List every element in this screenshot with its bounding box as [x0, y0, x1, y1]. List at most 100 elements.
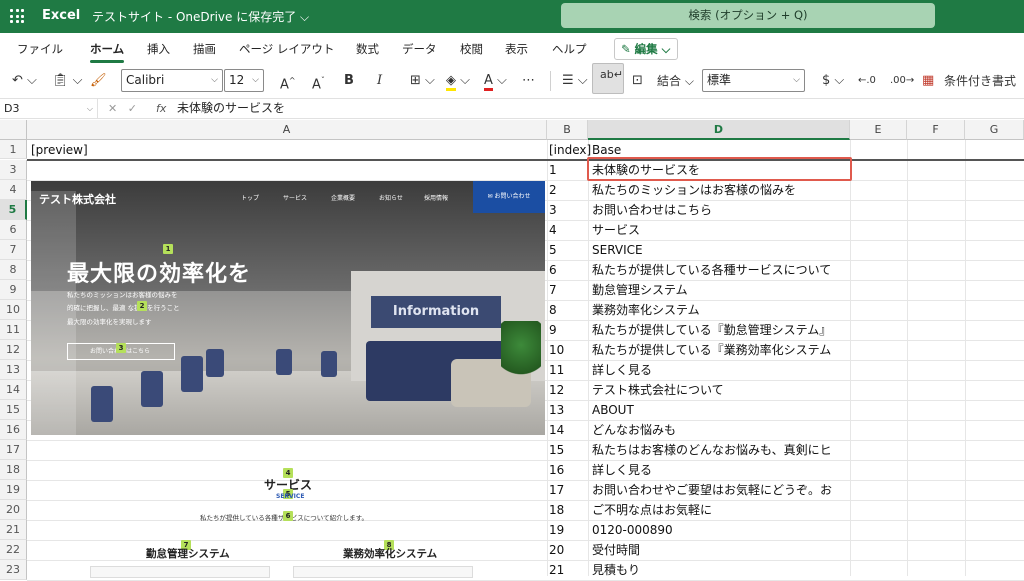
index-cell[interactable]: 16 [549, 460, 587, 480]
base-text-cell[interactable]: 見積もり [592, 560, 848, 580]
base-text-cell[interactable]: お問い合わせはこちら [592, 200, 848, 220]
row-header-17[interactable]: 17 [0, 440, 27, 460]
italic-icon[interactable]: I [377, 70, 382, 92]
row-header-14[interactable]: 14 [0, 380, 27, 400]
search-box[interactable]: 検索 (オプション + Q) [561, 3, 935, 28]
index-cell[interactable]: 21 [549, 560, 587, 580]
row-header-7[interactable]: 7 [0, 240, 27, 260]
base-text-cell[interactable]: 詳しく見る [592, 360, 848, 380]
column-header-b[interactable]: B [547, 120, 588, 140]
bold-icon[interactable]: B [344, 70, 354, 92]
index-cell[interactable]: 19 [549, 520, 587, 540]
row-header-16[interactable]: 16 [0, 420, 27, 440]
currency-button[interactable]: $ ⌵ [822, 70, 844, 92]
align-icon[interactable]: ☰ ⌵ [562, 70, 588, 92]
index-cell[interactable]: 3 [549, 200, 587, 220]
decrease-font-icon[interactable]: Aˇ [312, 70, 325, 92]
row-header-13[interactable]: 13 [0, 360, 27, 380]
base-text-cell[interactable]: 私たちのミッションはお客様の悩みを [592, 180, 848, 200]
index-cell[interactable]: 14 [549, 420, 587, 440]
row-header-19[interactable]: 19 [0, 480, 27, 500]
row-header-5[interactable]: 5 [0, 200, 27, 220]
row-header-15[interactable]: 15 [0, 400, 27, 420]
row-header-22[interactable]: 22 [0, 540, 27, 560]
cell-b1[interactable]: [index] [549, 140, 591, 160]
app-launcher-icon[interactable] [10, 9, 24, 23]
row-header-20[interactable]: 20 [0, 500, 27, 520]
row-header-1[interactable]: 1 [0, 140, 27, 159]
row-header-11[interactable]: 11 [0, 320, 27, 340]
index-cell[interactable]: 2 [549, 180, 587, 200]
column-header-e[interactable]: E [850, 120, 907, 140]
base-text-cell[interactable]: 私たちが提供している『勤怠管理システム』 [592, 320, 848, 340]
edit-mode-button[interactable]: ✎ 編集 ⌵ [614, 38, 678, 60]
base-text-cell[interactable]: サービス [592, 220, 848, 240]
index-cell[interactable]: 1 [549, 160, 587, 180]
index-cell[interactable]: 20 [549, 540, 587, 560]
increase-font-icon[interactable]: A^ [280, 70, 296, 92]
tab-view[interactable]: 表示 [505, 41, 528, 57]
base-text-cell[interactable]: SERVICE [592, 240, 848, 260]
conditional-format-icon[interactable]: ▦ [922, 70, 934, 92]
row-header-6[interactable]: 6 [0, 220, 27, 240]
increase-decimal-icon[interactable]: ←.0 [858, 70, 876, 92]
tab-page-layout[interactable]: ページ レイアウト [239, 41, 334, 57]
base-text-cell[interactable]: 私たちはお客様のどんなお悩みも、真剣にヒ [592, 440, 848, 460]
cell-a1[interactable]: [preview] [31, 140, 88, 160]
index-cell[interactable]: 15 [549, 440, 587, 460]
row-header-10[interactable]: 10 [0, 300, 27, 320]
column-header-a[interactable]: A [27, 120, 547, 140]
font-color-icon[interactable]: A ⌵ [484, 70, 507, 92]
insert-function-icon[interactable]: fx [156, 99, 166, 118]
tab-formulas[interactable]: 数式 [356, 41, 379, 57]
base-text-cell[interactable]: 私たちが提供している『業務効率化システム [592, 340, 848, 360]
index-cell[interactable]: 9 [549, 320, 587, 340]
index-cell[interactable]: 5 [549, 240, 587, 260]
base-text-cell[interactable]: お問い合わせやご要望はお気軽にどうぞ。お [592, 480, 848, 500]
tab-help[interactable]: ヘルプ [552, 41, 587, 57]
number-format-select[interactable]: 標準 ⌵ [702, 69, 805, 92]
row-header-23[interactable]: 23 [0, 560, 27, 580]
column-header-g[interactable]: G [965, 120, 1024, 140]
index-cell[interactable]: 18 [549, 500, 587, 520]
tab-file[interactable]: ファイル [17, 41, 63, 57]
paste-icon[interactable]: 📋︎ ⌵ [52, 70, 83, 92]
font-name-select[interactable]: Calibri ⌵ [121, 69, 223, 92]
row-header-3[interactable]: 3 [0, 160, 27, 180]
conditional-format-button[interactable]: 条件付き書式 [944, 70, 1016, 92]
tab-draw[interactable]: 描画 [193, 41, 216, 57]
selected-cell-d3[interactable] [587, 157, 852, 181]
cancel-confirm-icons[interactable]: ✕ ✓ [108, 99, 137, 118]
index-cell[interactable]: 7 [549, 280, 587, 300]
formula-input[interactable]: 未体験のサービスを [177, 99, 285, 118]
column-header-f[interactable]: F [907, 120, 965, 140]
row-header-9[interactable]: 9 [0, 280, 27, 300]
base-text-cell[interactable]: 受付時間 [592, 540, 848, 560]
base-text-cell[interactable]: 私たちが提供している各種サービスについて [592, 260, 848, 280]
merge-cells-icon[interactable]: ⊡ [632, 70, 643, 92]
base-text-cell[interactable]: 0120-000890 [592, 520, 848, 540]
index-cell[interactable]: 4 [549, 220, 587, 240]
base-text-cell[interactable]: どんなお悩みも [592, 420, 848, 440]
wrap-text-button[interactable]: ab↵ [592, 63, 624, 94]
base-text-cell[interactable]: 詳しく見る [592, 460, 848, 480]
tab-review[interactable]: 校閲 [460, 41, 483, 57]
index-cell[interactable]: 8 [549, 300, 587, 320]
merge-button[interactable]: 結合 ⌵ [657, 70, 694, 92]
row-header-12[interactable]: 12 [0, 340, 27, 360]
select-all-corner[interactable] [0, 120, 27, 140]
undo-icon[interactable]: ↶ ⌵ [12, 70, 37, 92]
row-header-8[interactable]: 8 [0, 260, 27, 280]
name-box[interactable]: D3 ⌵ [0, 99, 98, 118]
base-text-cell[interactable]: 勤怠管理システム [592, 280, 848, 300]
document-title[interactable]: テストサイト - OneDrive に保存完了 ⌵ [92, 8, 309, 25]
tab-data[interactable]: データ [402, 41, 437, 57]
column-header-d[interactable]: D [588, 120, 850, 140]
more-options-icon[interactable]: ⋯ [522, 70, 535, 92]
index-cell[interactable]: 6 [549, 260, 587, 280]
base-text-cell[interactable]: ABOUT [592, 400, 848, 420]
index-cell[interactable]: 10 [549, 340, 587, 360]
base-text-cell[interactable]: ご不明な点はお気軽に [592, 500, 848, 520]
tab-home[interactable]: ホーム [90, 41, 125, 63]
format-painter-icon[interactable]: 🖌︎ [90, 70, 107, 92]
